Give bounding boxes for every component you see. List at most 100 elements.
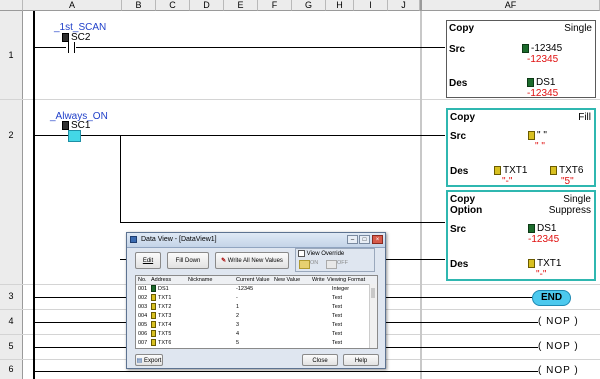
cell-no: 006	[138, 331, 148, 337]
override-on-label: ON	[310, 260, 319, 266]
header-new-value: New Value	[274, 277, 301, 283]
col-header-h[interactable]: H	[326, 0, 354, 11]
cell-current: 1	[236, 304, 240, 310]
copy-fill-instruction[interactable]: Copy Fill Src " " " " Des TXT1 "-" TXT6 …	[446, 108, 596, 187]
des-to-current-value: "5"	[561, 176, 574, 187]
col-header-a[interactable]: A	[23, 0, 122, 11]
nop-instruction[interactable]: ( NOP )	[538, 316, 579, 327]
bit-icon	[62, 32, 69, 42]
src-current-value: " "	[535, 141, 545, 152]
branch-wire	[120, 135, 121, 222]
scrollbar-thumb[interactable]	[371, 288, 375, 298]
header-write: Write	[312, 277, 325, 283]
cell-format: Integer	[332, 286, 350, 292]
output-column-divider	[420, 11, 422, 379]
end-instruction[interactable]: END	[532, 290, 571, 306]
text-register-icon	[151, 312, 156, 320]
minimize-icon[interactable]: –	[347, 235, 358, 244]
text-register-icon	[151, 303, 156, 311]
row-label-2[interactable]: 2	[0, 99, 23, 284]
col-header-c[interactable]: C	[156, 0, 190, 11]
row-label-6[interactable]: 6	[0, 359, 23, 379]
cell-format: Text	[332, 295, 343, 301]
write-icon: ✎	[221, 258, 227, 264]
cell-no: 005	[138, 322, 148, 328]
src-value: -12345	[522, 43, 562, 54]
cell-address: TXT4	[151, 321, 171, 329]
src-value: DS1	[528, 223, 556, 234]
text-register-icon	[494, 165, 501, 175]
close-icon[interactable]: ×	[372, 235, 383, 244]
wire	[76, 47, 445, 48]
cell-current: 2	[236, 313, 240, 319]
export-icon: ▤	[136, 358, 143, 364]
copy-single-instruction[interactable]: Copy Single Src -12345 -12345 Des DS1 -1…	[446, 20, 596, 99]
col-header-i[interactable]: I	[354, 0, 388, 11]
col-header-j[interactable]: J	[388, 0, 420, 11]
copy-title: Copy	[450, 194, 475, 205]
col-header-f[interactable]: F	[258, 0, 292, 11]
des-label: Des	[449, 78, 468, 89]
row-label-3[interactable]: 3	[0, 284, 23, 309]
text-constant-icon	[528, 130, 535, 140]
wire	[120, 222, 445, 223]
des-value: DS1	[527, 77, 555, 88]
copy-mode: Single	[563, 194, 591, 205]
view-override-label: View Override	[306, 251, 345, 258]
row-label-5[interactable]: 5	[0, 334, 23, 359]
col-header-e[interactable]: E	[224, 0, 258, 11]
copy-mode: Single	[564, 23, 592, 34]
window-title: Data View - [DataView1]	[141, 236, 217, 243]
cell-current: 5	[236, 340, 240, 346]
export-button[interactable]: ▤ Export	[135, 354, 163, 366]
data-view-window[interactable]: Data View - [DataView1] – □ × Edit Fill …	[126, 232, 386, 369]
row-label-4[interactable]: 4	[0, 309, 23, 334]
app-icon	[130, 236, 137, 243]
row-divider	[0, 99, 600, 100]
window-titlebar[interactable]: Data View - [DataView1] – □ ×	[127, 233, 385, 248]
help-button[interactable]: Help	[343, 354, 379, 366]
cell-format: Text	[332, 304, 343, 310]
maximize-icon[interactable]: □	[359, 235, 370, 244]
cell-current: 3	[236, 322, 240, 328]
des-from: TXT1	[494, 165, 527, 176]
header-address: Address	[151, 277, 172, 283]
override-off-icon[interactable]	[326, 260, 337, 269]
cell-current: 4	[236, 331, 240, 337]
des-from-current-value: "-"	[502, 176, 513, 187]
table-scrollbar[interactable]	[369, 284, 377, 348]
data-view-table[interactable]: No. Address Nickname Current Value New V…	[135, 275, 378, 349]
cell-no: 007	[138, 340, 148, 346]
rung2-contact-selected[interactable]	[68, 130, 81, 142]
src-current-value: -12345	[528, 234, 560, 245]
view-override-checkbox[interactable]: View Override	[298, 250, 344, 257]
text-register-icon	[550, 165, 557, 175]
override-off-label: OFF	[337, 260, 348, 266]
col-header-b[interactable]: B	[122, 0, 156, 11]
close-button[interactable]: Close	[302, 354, 338, 366]
header-current-value: Current Value	[236, 277, 270, 283]
edit-button[interactable]: Edit	[135, 252, 161, 269]
col-header-g[interactable]: G	[292, 0, 326, 11]
text-register-icon	[528, 258, 535, 268]
fill-down-button[interactable]: Fill Down	[167, 252, 209, 269]
left-power-rail	[33, 11, 35, 379]
src-label: Src	[450, 131, 467, 142]
export-label: Export	[144, 358, 162, 364]
copy-option-instruction[interactable]: Copy Option Single Suppress Src DS1 -123…	[446, 190, 596, 281]
nop-instruction[interactable]: ( NOP )	[538, 365, 579, 376]
row-label-1[interactable]: 1	[0, 11, 23, 99]
override-on-icon[interactable]	[299, 260, 310, 269]
header-viewing-format: Viewing Format	[327, 277, 366, 283]
nop-instruction[interactable]: ( NOP )	[538, 341, 579, 352]
cell-format: Text	[332, 313, 343, 319]
des-label: Des	[450, 259, 469, 270]
col-header-af[interactable]: AF	[420, 0, 600, 11]
des-value: TXT1	[528, 258, 561, 269]
write-all-button[interactable]: ✎ Write All New Values	[215, 252, 289, 269]
des-current-value: -12345	[527, 88, 559, 99]
col-header-d[interactable]: D	[190, 0, 224, 11]
src-label: Src	[450, 224, 467, 235]
cell-current: -12345	[236, 286, 254, 292]
src-current-value: -12345	[527, 54, 559, 65]
